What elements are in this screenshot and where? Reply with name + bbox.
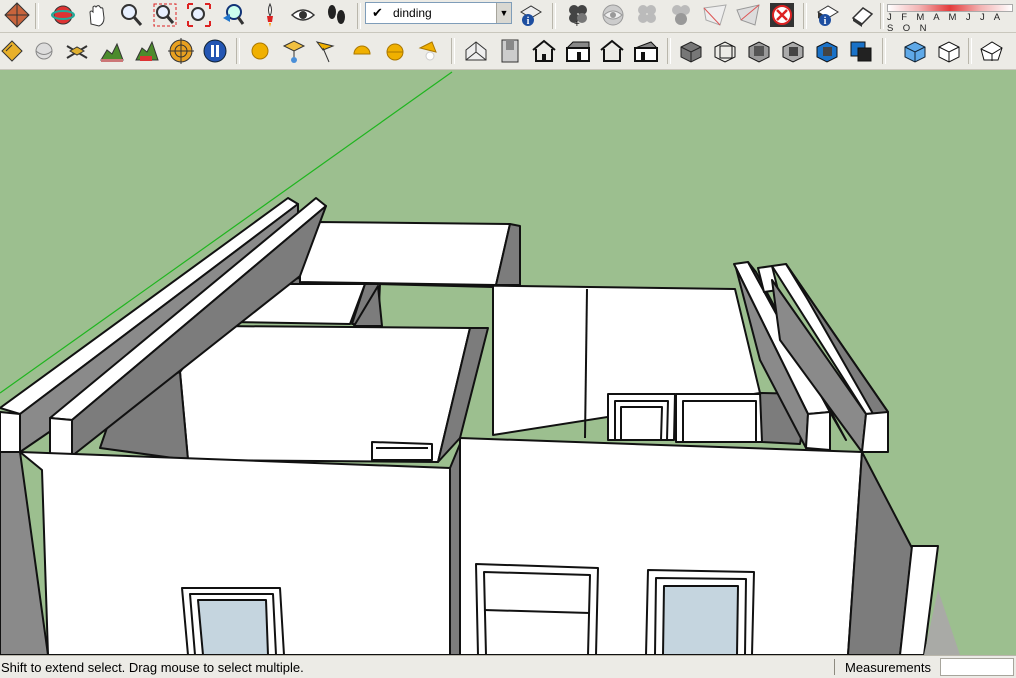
- toolbar-separator: [880, 3, 884, 29]
- shaded-icon[interactable]: [780, 38, 806, 69]
- svg-text:i: i: [527, 16, 530, 27]
- close-x-icon[interactable]: [769, 2, 795, 33]
- chevron-down-icon[interactable]: ▼: [496, 3, 511, 23]
- half-dome-icon[interactable]: [350, 38, 374, 69]
- layer-select[interactable]: ✔ dinding ▼: [365, 2, 512, 24]
- sandbox-terrain-icon[interactable]: [99, 38, 125, 69]
- axes-icon[interactable]: [281, 38, 307, 69]
- yellow-ball-icon[interactable]: [248, 38, 272, 69]
- section-plane-2-icon[interactable]: [735, 2, 761, 33]
- measurements-input[interactable]: [940, 658, 1014, 676]
- xray-icon[interactable]: [678, 38, 704, 69]
- wireframe-icon[interactable]: [712, 38, 738, 69]
- house-model-drawing: [0, 70, 1016, 655]
- layer-info-icon[interactable]: i: [517, 2, 543, 33]
- layer-visible-check-icon: ✔: [372, 5, 383, 20]
- zoom-icon[interactable]: [118, 2, 144, 33]
- pan-icon[interactable]: [84, 2, 110, 33]
- layer-name: dinding: [393, 6, 432, 20]
- orbit-icon[interactable]: [50, 2, 76, 33]
- back-house-icon[interactable]: [599, 38, 625, 69]
- pause-icon[interactable]: [202, 38, 228, 69]
- footprints-icon[interactable]: [323, 2, 349, 33]
- eraser-icon[interactable]: [849, 2, 875, 33]
- section-plane-icon[interactable]: [702, 2, 728, 33]
- toolbar-separator: [968, 38, 972, 64]
- toolbar-separator: [667, 38, 671, 64]
- ruler-tag-icon[interactable]: [0, 38, 24, 69]
- entity-info-icon[interactable]: i: [815, 2, 841, 33]
- main-toolbar: ✔ dinding ▼ i + i J F M A M J J A S O N: [0, 0, 1016, 34]
- toolbar-separator: [236, 38, 240, 64]
- parallel-projection-icon[interactable]: [902, 38, 928, 69]
- measurements-label: Measurements: [845, 660, 931, 675]
- status-divider: [834, 659, 835, 675]
- wedge-icon[interactable]: [416, 38, 440, 69]
- toolbar-separator: [35, 3, 39, 29]
- add-section-icon[interactable]: +: [565, 2, 591, 33]
- two-point-icon[interactable]: [978, 38, 1004, 69]
- secondary-toolbar: [0, 33, 1016, 70]
- hidden-line-icon[interactable]: [746, 38, 772, 69]
- display-sections-icon[interactable]: [600, 2, 626, 33]
- zoom-window-icon[interactable]: [152, 2, 178, 33]
- pencil-kite-icon[interactable]: [4, 2, 30, 33]
- globe-icon[interactable]: [383, 38, 407, 69]
- shadow-months-label: J F M A M J J A S O N: [887, 12, 1003, 34]
- toolbar-separator: [552, 3, 556, 29]
- target-icon[interactable]: [168, 38, 194, 69]
- status-bar: Shift to extend select. Drag mouse to se…: [0, 655, 1016, 678]
- toolbar-separator: [803, 3, 807, 29]
- iso-view-icon[interactable]: [463, 38, 489, 69]
- left-house-icon[interactable]: [633, 38, 659, 69]
- section-fill-icon[interactable]: [668, 2, 694, 33]
- status-message: Shift to extend select. Drag mouse to se…: [1, 660, 304, 675]
- toolbar-separator: [357, 3, 361, 29]
- monochrome-icon[interactable]: [848, 38, 874, 69]
- right-house-icon[interactable]: [565, 38, 591, 69]
- toolbar-separator: [882, 38, 886, 64]
- previous-view-icon[interactable]: [220, 2, 246, 33]
- sandbox-scissors-icon[interactable]: [64, 38, 90, 69]
- walk-icon[interactable]: [257, 2, 283, 33]
- model-viewport[interactable]: [0, 70, 1016, 655]
- toolbar-separator: [451, 38, 455, 64]
- shadow-time-slider[interactable]: [887, 4, 1013, 12]
- svg-text:+: +: [574, 19, 580, 28]
- shaded-texture-icon[interactable]: [814, 38, 840, 69]
- flag-icon[interactable]: [313, 38, 337, 69]
- section-cuts-icon[interactable]: [634, 2, 660, 33]
- look-around-icon[interactable]: [290, 2, 316, 33]
- zoom-extents-icon[interactable]: [186, 2, 212, 33]
- sphere-icon[interactable]: [32, 38, 56, 69]
- svg-text:i: i: [824, 16, 827, 27]
- front-house-icon[interactable]: [531, 38, 557, 69]
- top-door-icon[interactable]: [497, 38, 523, 69]
- perspective-icon[interactable]: [936, 38, 962, 69]
- sandbox-smoove-icon[interactable]: [134, 38, 160, 69]
